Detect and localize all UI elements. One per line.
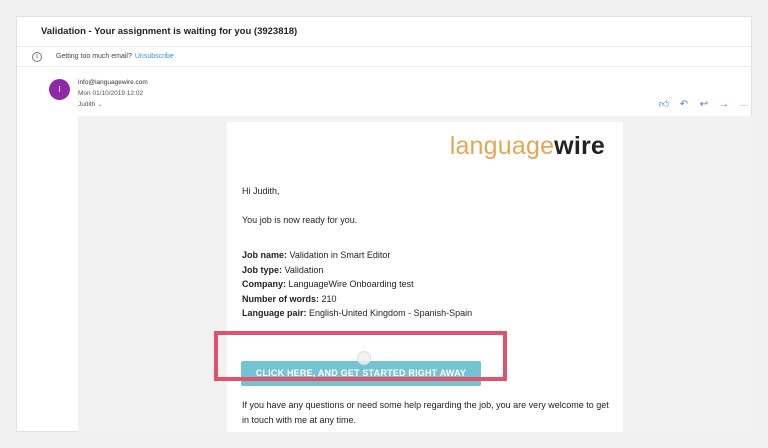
- more-icon[interactable]: ···: [738, 99, 750, 111]
- reply-all-icon[interactable]: ↩: [698, 99, 710, 111]
- unsubscribe-notice: i Getting too much email? Unsubscribe: [17, 47, 752, 67]
- like-icon[interactable]: 👍︎: [658, 99, 670, 111]
- notice-text: Getting too much email?: [56, 53, 132, 60]
- languagewire-logo: languagewire: [449, 132, 605, 160]
- detail-job-name: Job name: Validation in Smart Editor: [242, 250, 391, 260]
- ready-text: You job is now ready for you.: [242, 215, 358, 225]
- recipient-name: Judith: [78, 101, 96, 108]
- message-actions: 👍︎ ↶ ↩ → ···: [658, 99, 750, 111]
- reply-icon[interactable]: ↶: [678, 99, 690, 111]
- detail-company: Company: LanguageWire Onboarding test: [242, 279, 414, 289]
- avatar[interactable]: I: [49, 79, 70, 100]
- sender-header: I info@languagewire.com Mon 01/10/2019 1…: [40, 74, 752, 118]
- sent-date: Mon 01/10/2019 12:02: [78, 90, 144, 97]
- email-subject: Validation - Your assignment is waiting …: [17, 17, 751, 47]
- job-details: Job name: Validation in Smart Editor Job…: [242, 248, 472, 321]
- detail-word-count: Number of words: 210: [242, 293, 337, 304]
- cta-highlight-box: [214, 331, 507, 381]
- sender-address[interactable]: info@languagewire.com: [78, 77, 148, 88]
- message-card: languagewire Hi Judith, You job is now r…: [227, 122, 623, 432]
- sender-meta: info@languagewire.com Mon 01/10/2019 12:…: [78, 77, 148, 111]
- forward-icon[interactable]: →: [718, 99, 730, 111]
- recipient[interactable]: Judith ⌄: [78, 99, 148, 111]
- outro-text: If you have any questions or need some h…: [242, 400, 609, 425]
- detail-job-type: Job type: Validation: [242, 264, 324, 275]
- info-icon: i: [32, 51, 42, 62]
- greeting: Hi Judith,: [242, 186, 280, 196]
- unsubscribe-link[interactable]: Unsubscribe: [135, 53, 174, 60]
- detail-language-pair: Language pair: English-United Kingdom - …: [242, 308, 473, 318]
- chevron-down-icon: ⌄: [97, 102, 103, 108]
